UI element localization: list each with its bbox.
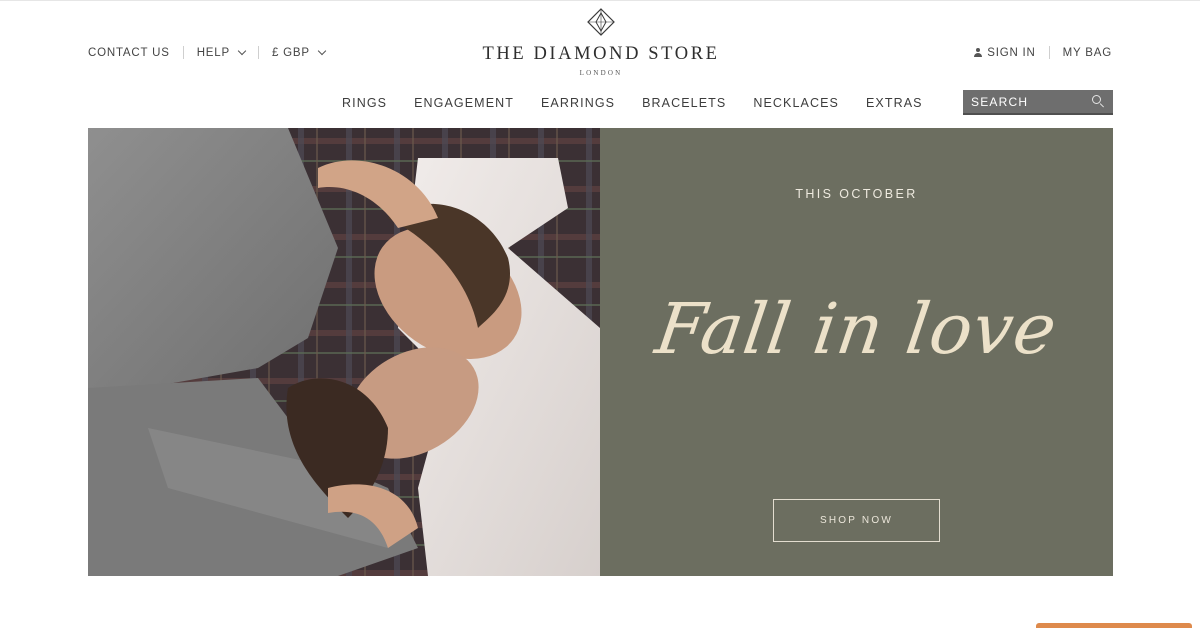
divider xyxy=(257,46,259,59)
diamond-logo-icon xyxy=(587,8,615,36)
hero-photo xyxy=(88,128,600,576)
nav-item-engagement[interactable]: ENGAGEMENT xyxy=(414,96,514,110)
couple-photo-illustration xyxy=(88,128,600,576)
divider xyxy=(182,46,184,59)
currency-dropdown[interactable]: £ GBP xyxy=(271,46,327,59)
chevron-down-icon xyxy=(237,46,247,55)
search-input[interactable] xyxy=(963,94,1088,109)
hero-banner: THIS OCTOBER Fall in love SHOP NOW xyxy=(88,128,1113,576)
help-dropdown[interactable]: HELP xyxy=(196,46,247,59)
top-border xyxy=(0,0,1200,1)
chevron-down-icon xyxy=(317,46,327,55)
my-bag-label: MY BAG xyxy=(1062,46,1112,59)
hero-panel: THIS OCTOBER Fall in love SHOP NOW xyxy=(600,128,1113,576)
currency-label: £ GBP xyxy=(271,46,310,59)
chat-widget-tab[interactable] xyxy=(1036,623,1192,628)
utility-nav-right: SIGN IN MY BAG xyxy=(974,46,1112,59)
contact-us-label: CONTACT US xyxy=(88,46,170,59)
hero-eyebrow: THIS OCTOBER xyxy=(795,187,918,201)
utility-nav-left: CONTACT US HELP £ GBP xyxy=(88,46,327,59)
divider xyxy=(1048,46,1050,59)
brand-location: LONDON xyxy=(579,69,623,77)
below-fold-heading xyxy=(0,610,1200,628)
nav-item-earrings[interactable]: EARRINGS xyxy=(541,96,615,110)
sign-in-label: SIGN IN xyxy=(987,46,1036,59)
nav-item-rings[interactable]: RINGS xyxy=(342,96,387,110)
brand-name: THE DIAMOND STORE xyxy=(482,44,720,64)
contact-us-link[interactable]: CONTACT US xyxy=(88,47,170,59)
nav-item-bracelets[interactable]: BRACELETS xyxy=(642,96,726,110)
search-box xyxy=(963,90,1113,115)
my-bag-link[interactable]: MY BAG xyxy=(1063,47,1112,59)
main-nav: RINGS ENGAGEMENT EARRINGS BRACELETS NECK… xyxy=(342,96,950,110)
brand-logo[interactable]: THE DIAMOND STORE LONDON xyxy=(470,8,732,77)
nav-item-extras[interactable]: EXTRAS xyxy=(866,96,923,110)
shop-now-button[interactable]: SHOP NOW xyxy=(773,499,940,542)
user-icon xyxy=(974,48,983,57)
help-label: HELP xyxy=(196,46,230,59)
sign-in-link[interactable]: SIGN IN xyxy=(974,47,1035,59)
hero-headline: Fall in love xyxy=(650,288,1063,370)
nav-item-necklaces[interactable]: NECKLACES xyxy=(753,96,839,110)
search-icon[interactable] xyxy=(1092,95,1105,108)
